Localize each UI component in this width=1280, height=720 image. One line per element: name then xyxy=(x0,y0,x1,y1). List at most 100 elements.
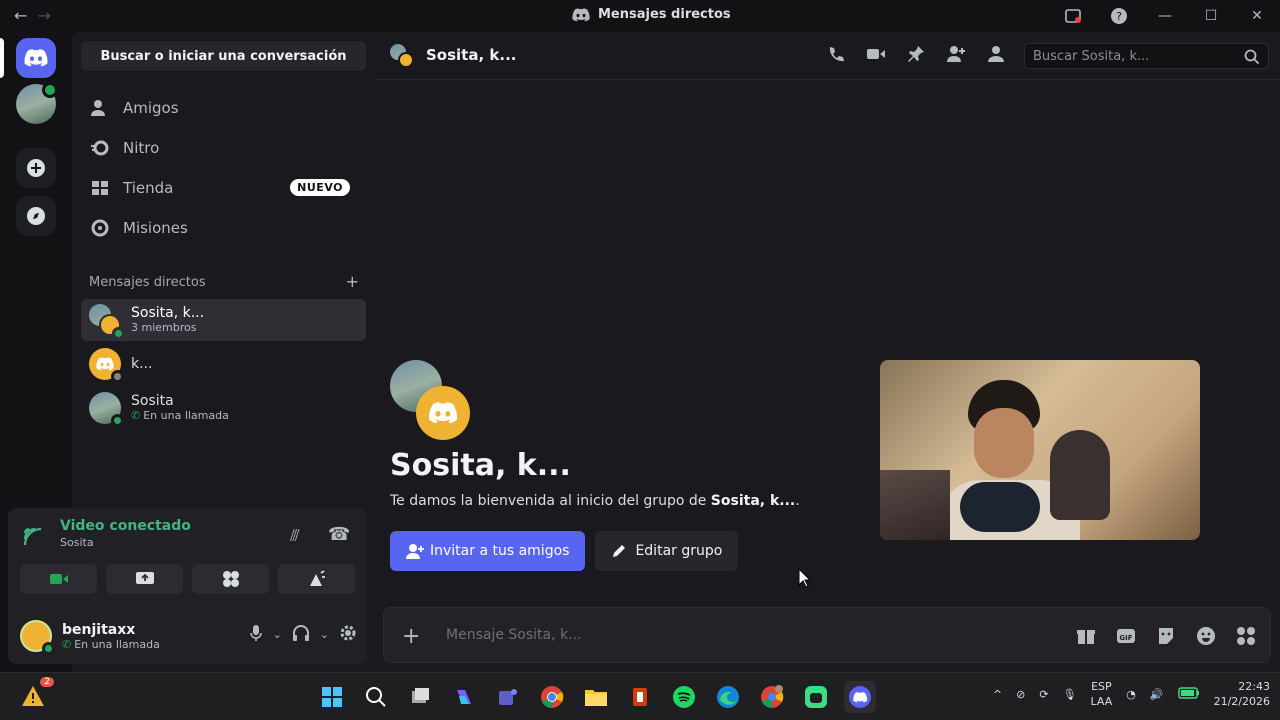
active-indicator xyxy=(0,38,4,78)
system-tray: ^ ⊘ ⟳ 🎙 ESP LAA ◔ 🔊 22:43 21/2/2026 xyxy=(993,679,1270,709)
teams-icon[interactable] xyxy=(492,681,524,713)
sidebar-item-label: Nitro xyxy=(123,139,160,157)
mouse-cursor-icon xyxy=(798,568,812,588)
add-server-button[interactable] xyxy=(16,148,56,188)
task-view-icon[interactable] xyxy=(404,681,436,713)
dm-name: k... xyxy=(131,356,153,372)
pin-icon[interactable] xyxy=(906,44,926,68)
gift-icon[interactable] xyxy=(1076,626,1096,650)
search-icon[interactable] xyxy=(360,681,392,713)
title-bar: ← → Mensajes directos ? — ☐ ✕ xyxy=(0,0,1280,32)
office-icon[interactable] xyxy=(624,681,656,713)
battery-icon[interactable] xyxy=(1177,686,1200,702)
edge-icon[interactable] xyxy=(712,681,744,713)
android-app-icon[interactable] xyxy=(800,681,832,713)
sidebar-item-quests[interactable]: Misiones xyxy=(81,210,366,246)
screen-share-button[interactable] xyxy=(106,564,183,594)
activities-button[interactable] xyxy=(192,564,269,594)
microphone-icon[interactable] xyxy=(249,624,263,645)
add-friends-icon xyxy=(406,544,424,559)
main-content: Sosita, k... Buscar Sosita, k... Sosita,… xyxy=(374,32,1280,672)
add-friends-icon[interactable] xyxy=(946,44,966,68)
wifi-icon[interactable]: ◔ xyxy=(1126,688,1136,701)
update-icon[interactable]: ⟳ xyxy=(1039,688,1048,701)
back-button[interactable]: ← xyxy=(14,6,27,25)
noise-suppression-icon[interactable]: ⫻ xyxy=(290,526,300,546)
copilot-icon[interactable] xyxy=(448,681,480,713)
sync-off-icon[interactable]: ⊘ xyxy=(1016,688,1025,701)
phone-icon: ✆ xyxy=(131,409,141,422)
sidebar-item-nitro[interactable]: Nitro xyxy=(81,130,366,166)
help-icon[interactable]: ? xyxy=(1096,0,1142,32)
language-indicator[interactable]: ESP LAA xyxy=(1091,679,1113,709)
group-avatar xyxy=(89,304,125,340)
avatar xyxy=(89,348,124,383)
channel-search-input[interactable]: Buscar Sosita, k... xyxy=(1024,43,1269,69)
svg-text:GIF: GIF xyxy=(1119,634,1132,642)
microphone-icon[interactable]: 🎙 xyxy=(1063,688,1077,701)
chrome-profile-icon[interactable] xyxy=(756,681,788,713)
find-conversation-button[interactable]: Buscar o iniciar una conversación xyxy=(81,41,366,71)
soundboard-button[interactable] xyxy=(278,564,355,594)
chevron-down-icon[interactable]: ⌄ xyxy=(320,628,329,641)
attach-plus-icon[interactable]: + xyxy=(402,624,420,649)
message-composer[interactable]: + Mensaje Sosita, k... GIF xyxy=(383,607,1271,663)
video-call-icon[interactable] xyxy=(866,44,886,68)
video-tile[interactable] xyxy=(880,360,1200,540)
direct-messages-button[interactable] xyxy=(16,38,56,78)
emoji-icon[interactable] xyxy=(1196,626,1216,650)
edit-group-button[interactable]: Editar grupo xyxy=(595,531,739,571)
signal-icon xyxy=(23,527,42,546)
file-explorer-icon[interactable] xyxy=(580,681,612,713)
user-area[interactable]: benjitaxx ✆ En una llamada xyxy=(20,620,160,655)
dm-avatar-sosita[interactable] xyxy=(16,82,58,124)
search-icon xyxy=(1244,49,1260,65)
forward-button[interactable]: → xyxy=(37,6,50,25)
settings-gear-icon[interactable] xyxy=(339,624,357,645)
new-badge: NUEVO xyxy=(290,179,350,196)
voice-call-icon[interactable] xyxy=(826,44,846,68)
voice-status-title[interactable]: Video conectado xyxy=(60,518,191,534)
close-button[interactable]: ✕ xyxy=(1234,0,1280,32)
gif-icon[interactable]: GIF xyxy=(1116,626,1136,650)
headphones-icon[interactable] xyxy=(292,624,310,645)
plus-icon xyxy=(27,159,45,177)
chevron-up-icon[interactable]: ^ xyxy=(993,688,1002,701)
avatar xyxy=(89,392,124,427)
weather-warning-icon[interactable]: 2 xyxy=(20,677,54,709)
discover-button[interactable] xyxy=(16,196,56,236)
taskbar-apps xyxy=(316,681,876,713)
sticker-icon[interactable] xyxy=(1156,626,1176,650)
clock[interactable]: 22:43 21/2/2026 xyxy=(1214,679,1270,709)
screen-share-icon xyxy=(135,572,154,584)
apps-icon[interactable] xyxy=(1236,626,1256,650)
soundboard-icon xyxy=(309,570,325,586)
dm-item-group[interactable]: Sosita, k... 3 miembros xyxy=(81,299,366,341)
discord-taskbar-icon[interactable] xyxy=(844,681,876,713)
disconnect-icon[interactable]: ☎ xyxy=(328,524,350,545)
volume-icon[interactable]: 🔊 xyxy=(1150,688,1164,701)
sidebar-item-shop[interactable]: Tienda NUEVO xyxy=(81,170,366,206)
maximize-button[interactable]: ☐ xyxy=(1188,0,1234,32)
dm-item-sosita[interactable]: Sosita ✆ En una llamada xyxy=(81,387,366,429)
welcome-actions: Invitar a tus amigos Editar grupo xyxy=(390,531,739,571)
member-list-icon[interactable] xyxy=(986,44,1006,68)
windows-taskbar: 2 ^ ⊘ ⟳ 🎙 ESP LAA ◔ 🔊 22:43 21/2/2026 xyxy=(0,672,1280,720)
inbox-icon[interactable] xyxy=(1050,0,1096,32)
dm-item-k[interactable]: k... xyxy=(81,343,366,385)
voice-channel-name[interactable]: Sosita xyxy=(60,536,191,549)
sidebar-item-friends[interactable]: Amigos xyxy=(81,90,366,126)
create-dm-button[interactable]: + xyxy=(346,274,359,290)
pencil-icon xyxy=(613,545,626,557)
spotify-icon[interactable] xyxy=(668,681,700,713)
invite-friends-button[interactable]: Invitar a tus amigos xyxy=(390,531,586,571)
message-input[interactable]: Mensaje Sosita, k... xyxy=(446,627,581,643)
minimize-button[interactable]: — xyxy=(1142,0,1188,32)
chevron-down-icon[interactable]: ⌄ xyxy=(273,628,282,641)
phone-icon: ✆ xyxy=(62,637,72,651)
start-button[interactable] xyxy=(316,681,348,713)
welcome-section: Sosita, k... Te damos la bienvenida al i… xyxy=(390,360,800,509)
camera-button[interactable] xyxy=(20,564,97,594)
svg-text:?: ? xyxy=(1116,10,1122,23)
chrome-icon[interactable] xyxy=(536,681,568,713)
